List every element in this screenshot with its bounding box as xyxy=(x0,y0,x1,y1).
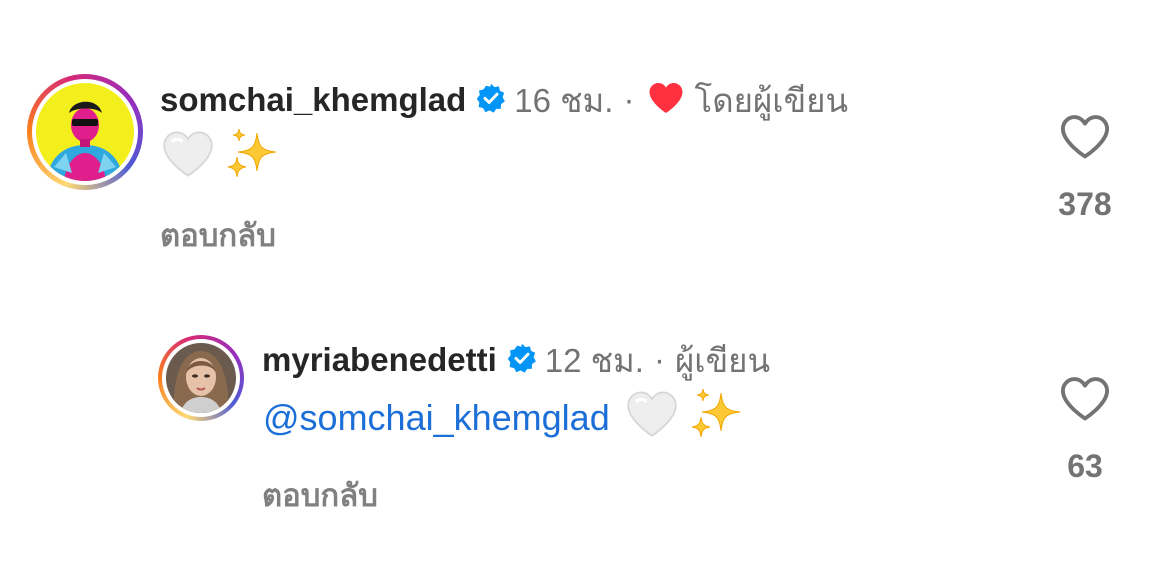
comment-text xyxy=(162,128,278,187)
comment-header: myriabenedetti 12 ชม. · ผู้เขียน xyxy=(262,338,770,382)
verified-badge-icon xyxy=(476,83,506,118)
white-heart-emoji-icon xyxy=(626,390,678,447)
comment-item: somchai_khemglad 16 ชม. · โดยผู้เขียน ตอ… xyxy=(0,0,1170,290)
like-column: 378 xyxy=(1035,113,1135,223)
separator-dot: · xyxy=(623,81,635,118)
avatar[interactable] xyxy=(158,335,244,421)
mention-link[interactable]: @somchai_khemglad xyxy=(263,397,610,439)
separator-dot: · xyxy=(653,341,665,378)
heart-outline-icon[interactable] xyxy=(1059,375,1111,428)
reply-button[interactable]: ตอบกลับ xyxy=(262,470,378,520)
avatar[interactable] xyxy=(27,74,143,190)
timestamp: 12 ชม. xyxy=(544,341,644,379)
like-column: 63 xyxy=(1035,375,1135,485)
avatar-image xyxy=(166,343,236,413)
like-count: 378 xyxy=(1058,186,1112,222)
author-label: ผู้เขียน xyxy=(674,341,771,379)
verified-badge-icon xyxy=(507,343,537,378)
white-heart-emoji-icon xyxy=(162,130,214,187)
reply-comment-item: myriabenedetti 12 ชม. · ผู้เขียน @somcha… xyxy=(0,290,1170,580)
sparkles-emoji-icon xyxy=(688,387,742,450)
avatar-image xyxy=(36,83,134,181)
username[interactable]: myriabenedetti xyxy=(262,341,497,379)
reply-button[interactable]: ตอบกลับ xyxy=(160,210,276,260)
filled-heart-icon xyxy=(648,81,684,120)
comment-header: somchai_khemglad 16 ชม. · โดยผู้เขียน xyxy=(160,78,848,122)
like-count: 63 xyxy=(1067,448,1103,484)
comment-text: @somchai_khemglad xyxy=(263,388,742,447)
sparkles-emoji-icon xyxy=(224,127,278,190)
liked-by-author-label: โดยผู้เขียน xyxy=(694,81,849,119)
timestamp: 16 ชม. xyxy=(514,81,614,119)
username[interactable]: somchai_khemglad xyxy=(160,81,466,119)
heart-outline-icon[interactable] xyxy=(1059,113,1111,166)
